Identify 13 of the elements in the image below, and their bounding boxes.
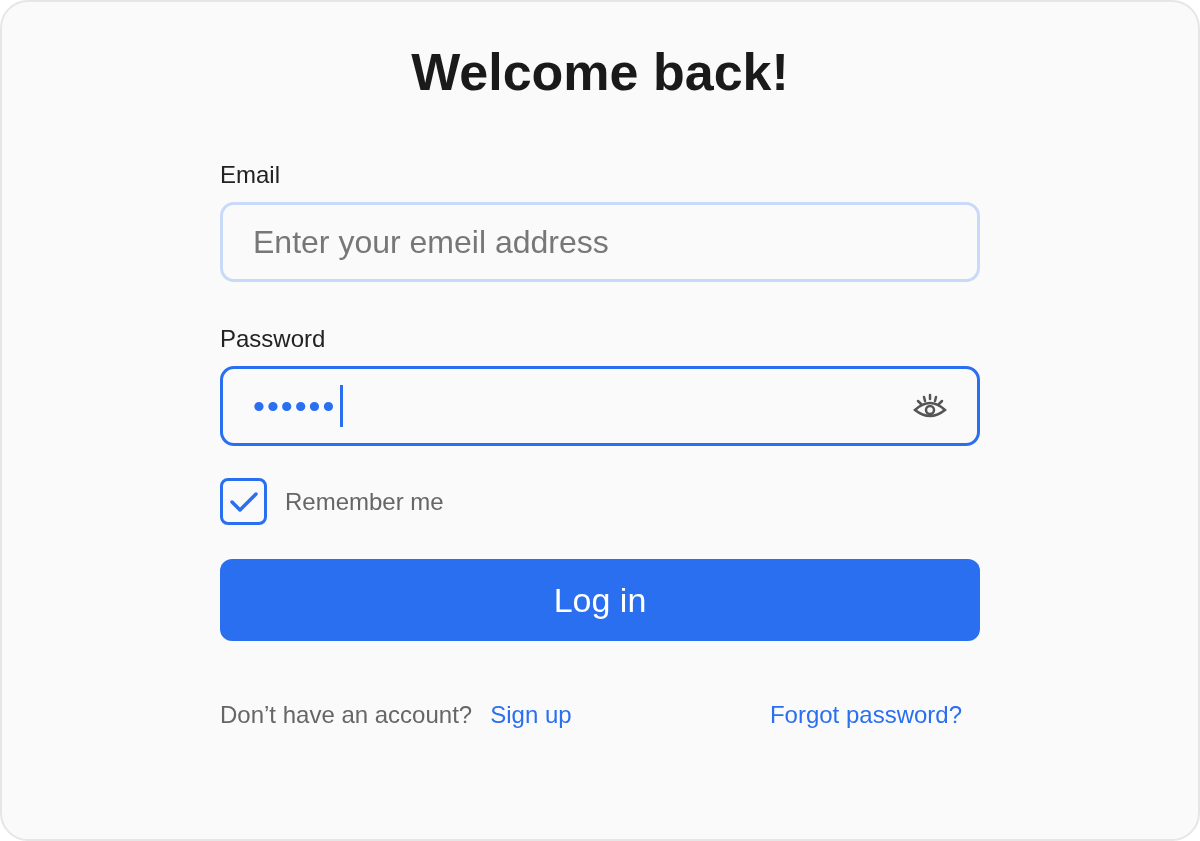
- eye-icon[interactable]: [913, 392, 947, 420]
- field-label: Password: [220, 324, 327, 354]
- check-icon: [228, 489, 259, 514]
- password-field[interactable]: ••••••: [220, 366, 980, 446]
- remember-checkbox[interactable]: [220, 478, 267, 525]
- signup-link[interactable]: Sign up: [490, 697, 572, 733]
- page-title: Welcome back!: [411, 42, 789, 103]
- login-button[interactable]: Log in: [220, 559, 980, 641]
- signup-prompt: Don’t have an account?: [220, 700, 473, 730]
- email-field[interactable]: Enter your emeil address: [220, 202, 980, 282]
- checkbox-label: Remember me: [285, 486, 444, 517]
- forgot-password-link[interactable]: Forgot password?: [769, 697, 962, 733]
- field-label: Email: [220, 160, 281, 190]
